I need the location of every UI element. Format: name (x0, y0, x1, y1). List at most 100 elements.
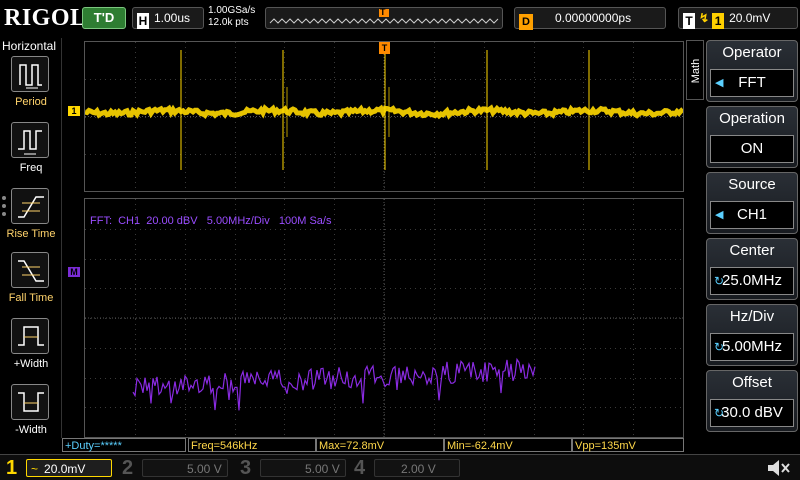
trigger-indicator[interactable]: T ↯ 1 20.0mV (678, 7, 798, 29)
operator-value-box: ◀ FFT (710, 69, 794, 97)
channel-2-status[interactable]: 2 5.00 V (118, 457, 236, 479)
trigger-level: 20.0mV (729, 11, 771, 25)
measure-fall-time-button[interactable]: Fall Time (0, 252, 62, 314)
period-icon (11, 56, 49, 92)
left-arrow-icon: ◀ (715, 209, 724, 221)
delay-indicator[interactable]: D 0.00000000ps (514, 7, 666, 30)
channel-1-number: 1 (6, 457, 18, 479)
offset-value-box: ↻ 30.0 dBV (710, 399, 794, 427)
negative-width-icon (11, 384, 49, 420)
ac-coupling-icon: ~ (31, 462, 39, 476)
measurement-duty[interactable]: +Duty=***** (62, 438, 186, 452)
measure-period-button[interactable]: Period (0, 56, 62, 118)
operator-menu-button[interactable]: Operator ◀ FFT (706, 40, 798, 102)
brand-logo: RIGOL (4, 5, 87, 31)
center-value: 25.0MHz (721, 272, 783, 289)
positive-width-icon (11, 318, 49, 354)
measurement-min[interactable]: Min=-62.4mV (444, 438, 572, 452)
operator-value: FFT (738, 74, 766, 91)
source-value-box: ◀ CH1 (710, 201, 794, 229)
channel-4-number: 4 (354, 457, 366, 479)
measurement-max[interactable]: Max=72.8mV (316, 438, 444, 452)
rise-time-icon (11, 188, 49, 224)
measurement-vpp[interactable]: Vpp=135mV (572, 438, 684, 452)
fall-time-label: Fall Time (8, 292, 54, 304)
memory-depth: 12.0k pts (208, 17, 249, 28)
acquisition-info: 1.00GSa/s 12.0k pts (208, 5, 255, 29)
fft-grid-lines (85, 199, 683, 437)
operation-value-box: ON (710, 135, 794, 163)
operation-menu-button[interactable]: Operation ON (706, 106, 798, 168)
trigger-channel: 1 (712, 13, 725, 29)
timebase-key: H (137, 13, 149, 29)
fft-spectrum-plot (85, 199, 683, 437)
period-label: Period (15, 96, 47, 108)
channel-3-scale: 5.00 V (260, 459, 346, 477)
hz-per-div-value: 5.00MHz (721, 338, 783, 355)
top-status-bar: RIGOL T'D H 1.00us 1.00GSa/s 12.0k pts T … (0, 0, 800, 38)
positive-width-label: +Width (13, 358, 49, 370)
offset-value: 30.0 dBV (721, 404, 783, 421)
channel-4-scale: 2.00 V (374, 459, 460, 477)
timebase-indicator[interactable]: H 1.00us (132, 7, 204, 29)
measurement-freq[interactable]: Freq=546kHz (188, 438, 316, 452)
speaker-muted-icon[interactable] (766, 458, 792, 478)
math-offset-marker[interactable]: M (68, 267, 80, 277)
operator-title: Operator (722, 44, 782, 61)
horizontal-measure-panel: Horizontal Period Freq Rise Time Fall Ti… (0, 38, 62, 438)
hz-per-div-value-box: ↻ 5.00MHz (710, 333, 794, 361)
hz-per-div-title: Hz/Div (729, 308, 775, 325)
fft-settings-label: FFT: CH1 20.00 dBV 5.00MHz/Div 100M Sa/s (90, 215, 332, 227)
math-tab-label: Math (690, 58, 702, 84)
channel-2-scale: 5.00 V (142, 459, 228, 477)
multifunction-knob-icon: ↻ (714, 274, 725, 288)
center-value-box: ↻ 25.0MHz (710, 267, 794, 295)
channel-1-scale: 20.0mV (44, 462, 86, 476)
negative-width-label: -Width (15, 424, 47, 436)
channel-1-status[interactable]: 1 ~20.0mV (0, 457, 118, 479)
source-title: Source (728, 176, 776, 193)
trigger-key: T (683, 13, 695, 29)
hz-per-div-menu-button[interactable]: Hz/Div ↻ 5.00MHz (706, 304, 798, 366)
operation-value: ON (740, 140, 764, 157)
channel-1-scale-box: ~20.0mV (26, 459, 112, 477)
fall-time-icon (11, 252, 49, 288)
measure-negative-width-button[interactable]: -Width (0, 384, 62, 446)
multifunction-knob-icon: ↻ (714, 340, 725, 354)
center-title: Center (729, 242, 775, 259)
measurement-bar: +Duty=***** Freq=546kHz Max=72.8mV Min=-… (62, 438, 686, 454)
center-menu-button[interactable]: Center ↻ 25.0MHz (706, 238, 798, 300)
memory-position-bar[interactable]: T (265, 7, 503, 29)
channel-4-status[interactable]: 4 2.00 V (354, 457, 472, 479)
run-stop-status[interactable]: T'D (82, 7, 126, 29)
math-menu-panel: Math Operator ◀ FFT Operation ON Source ◀… (686, 38, 800, 438)
source-menu-button[interactable]: Source ◀ CH1 (706, 172, 798, 234)
trigger-position-marker[interactable]: T (379, 42, 390, 54)
channel-3-number: 3 (240, 457, 252, 479)
offset-title: Offset (732, 374, 772, 391)
freq-label: Freq (19, 162, 43, 174)
delay-key: D (519, 14, 533, 30)
measure-freq-button[interactable]: Freq (0, 122, 62, 184)
ch1-waveform-plot (84, 42, 685, 191)
panel-title: Horizontal (2, 39, 57, 53)
memory-trigger-marker: T (380, 7, 386, 17)
delay-value: 0.00000000ps (555, 11, 632, 25)
offset-menu-button[interactable]: Offset ↻ 30.0 dBV (706, 370, 798, 432)
ch1-offset-marker[interactable]: 1 (68, 106, 80, 116)
channel-3-status[interactable]: 3 5.00 V (236, 457, 354, 479)
time-domain-grid[interactable] (84, 41, 685, 192)
sample-rate: 1.00GSa/s (208, 5, 256, 16)
rising-edge-icon: ↯ (699, 11, 710, 25)
timebase-value: 1.00us (154, 11, 191, 25)
measure-rise-time-button[interactable]: Rise Time (0, 188, 62, 250)
multifunction-knob-icon: ↻ (714, 406, 725, 420)
frequency-icon (11, 122, 49, 158)
source-value: CH1 (736, 206, 767, 223)
channel-status-bar: 1 ~20.0mV 2 5.00 V 3 5.00 V 4 2.00 V (0, 454, 800, 480)
measure-positive-width-button[interactable]: +Width (0, 318, 62, 380)
waveform-display[interactable]: 1 T M FFT: CH1 20.00 dBV 5.00MHz/Div 100… (62, 38, 686, 438)
math-menu-tab[interactable]: Math (686, 40, 704, 100)
fft-grid[interactable] (84, 198, 684, 438)
channel-2-number: 2 (122, 457, 134, 479)
